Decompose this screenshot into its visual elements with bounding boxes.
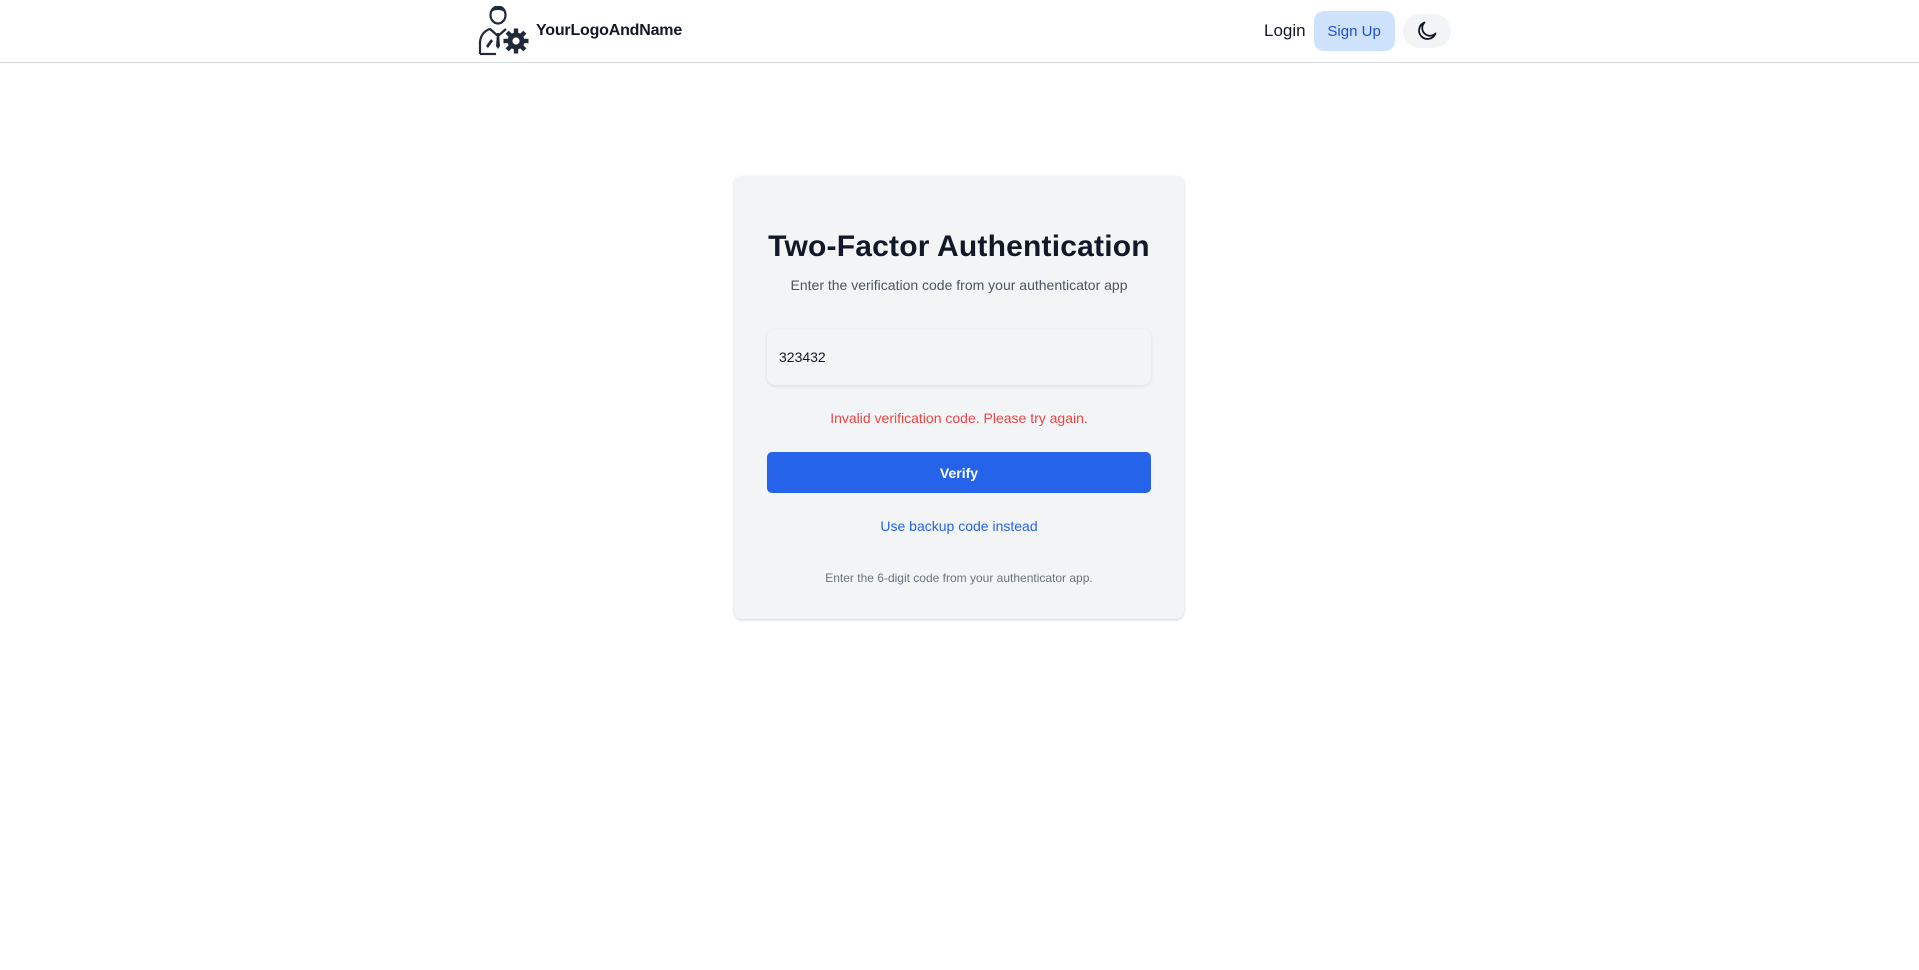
signup-button[interactable]: Sign Up bbox=[1313, 11, 1395, 51]
brand-logo-link[interactable]: YourLogoAndName bbox=[476, 0, 682, 62]
brand-name: YourLogoAndName bbox=[536, 22, 683, 39]
theme-toggle-button[interactable] bbox=[1402, 14, 1451, 48]
moon-icon bbox=[1417, 21, 1437, 40]
page-subtitle: Enter the verification code from your au… bbox=[790, 277, 1128, 293]
page-title: Two-Factor Authentication bbox=[768, 230, 1150, 263]
verification-code-input[interactable] bbox=[767, 329, 1151, 385]
helper-hint: Enter the 6-digit code from your authent… bbox=[825, 571, 1093, 585]
top-navbar: YourLogoAndName Login Sign Up bbox=[0, 0, 1919, 63]
use-backup-code-link[interactable]: Use backup code instead bbox=[734, 518, 1184, 534]
person-gear-logo-icon bbox=[478, 6, 529, 56]
two-factor-card: Two-Factor Authentication Enter the veri… bbox=[734, 176, 1184, 619]
login-link[interactable]: Login bbox=[1258, 21, 1314, 41]
verify-button[interactable]: Verify bbox=[767, 452, 1151, 493]
error-message: Invalid verification code. Please try ag… bbox=[830, 410, 1088, 426]
nav-actions: Login Sign Up bbox=[1258, 11, 1451, 51]
